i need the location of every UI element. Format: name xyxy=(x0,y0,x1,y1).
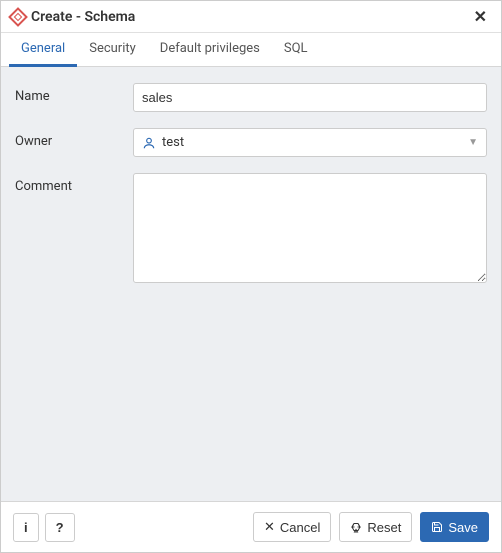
cancel-button[interactable]: ✕ Cancel xyxy=(253,512,331,542)
schema-icon xyxy=(8,7,28,27)
create-schema-dialog: Create - Schema ✕ General Security Defau… xyxy=(0,0,502,553)
footer-right: ✕ Cancel Reset xyxy=(253,512,489,542)
row-owner: Owner test ▼ xyxy=(15,128,487,157)
comment-control xyxy=(133,173,487,287)
dialog-footer: i ? ✕ Cancel Reset xyxy=(1,501,501,552)
close-icon: ✕ xyxy=(264,519,275,535)
close-icon[interactable]: ✕ xyxy=(470,7,491,26)
owner-value: test xyxy=(162,135,462,150)
owner-control: test ▼ xyxy=(133,128,487,157)
reset-button[interactable]: Reset xyxy=(339,512,412,542)
comment-label: Comment xyxy=(15,173,133,194)
name-label: Name xyxy=(15,83,133,104)
chevron-down-icon: ▼ xyxy=(468,137,478,148)
reset-label: Reset xyxy=(367,520,401,535)
tab-sql[interactable]: SQL xyxy=(272,33,320,66)
question-icon: ? xyxy=(56,520,64,535)
tab-general[interactable]: General xyxy=(9,33,77,67)
name-input[interactable] xyxy=(133,83,487,112)
owner-label: Owner xyxy=(15,128,133,149)
name-control xyxy=(133,83,487,112)
tab-default-privileges[interactable]: Default privileges xyxy=(148,33,272,66)
cancel-label: Cancel xyxy=(280,520,320,535)
owner-select[interactable]: test ▼ xyxy=(133,128,487,157)
header-left: Create - Schema xyxy=(11,9,135,25)
info-button[interactable]: i xyxy=(13,513,39,542)
save-icon xyxy=(431,521,443,533)
row-name: Name xyxy=(15,83,487,112)
row-comment: Comment xyxy=(15,173,487,287)
info-icon: i xyxy=(24,520,28,535)
help-button[interactable]: ? xyxy=(45,513,75,542)
tab-bar: General Security Default privileges SQL xyxy=(1,33,501,67)
dialog-title: Create - Schema xyxy=(31,9,135,25)
recycle-icon xyxy=(350,521,362,533)
save-button[interactable]: Save xyxy=(420,512,489,542)
save-label: Save xyxy=(448,520,478,535)
footer-left: i ? xyxy=(13,513,75,542)
dialog-body: Name Owner test ▼ xyxy=(1,67,501,501)
comment-textarea[interactable] xyxy=(133,173,487,283)
dialog-header: Create - Schema ✕ xyxy=(1,1,501,33)
tab-security[interactable]: Security xyxy=(77,33,148,66)
user-icon xyxy=(142,136,156,150)
